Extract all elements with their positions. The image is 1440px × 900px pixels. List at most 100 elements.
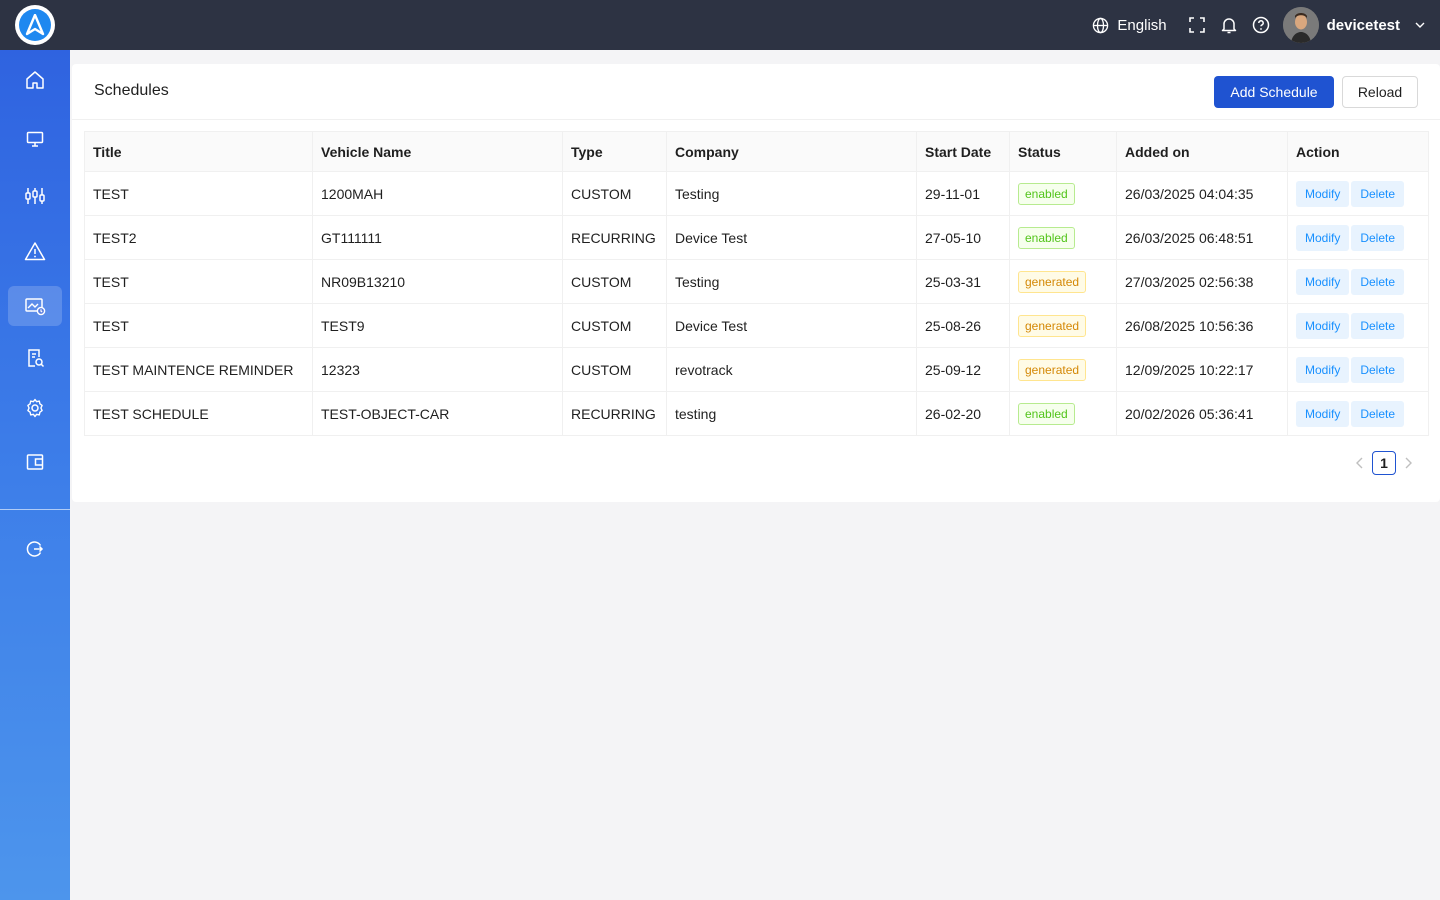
cell-start-date: 27-05-10 xyxy=(916,215,1010,260)
page-number[interactable]: 1 xyxy=(1372,451,1396,475)
cell-vehicle: NR09B13210 xyxy=(312,259,563,304)
delete-button[interactable]: Delete xyxy=(1351,312,1405,339)
cell-company: Device Test xyxy=(666,303,917,348)
cell-start-date: 25-03-31 xyxy=(916,259,1010,304)
card-header: Schedules Add Schedule Reload xyxy=(72,64,1440,120)
status-badge: generated xyxy=(1018,314,1087,337)
cell-added-on: 20/02/2026 05:36:41 xyxy=(1116,391,1288,436)
column-header-title[interactable]: Title xyxy=(84,131,313,172)
status-badge: enabled xyxy=(1018,182,1075,205)
cell-actions: Modify Delete xyxy=(1287,391,1429,436)
status-badge: enabled xyxy=(1018,226,1075,249)
delete-button[interactable]: Delete xyxy=(1351,356,1405,383)
monitor-icon[interactable] xyxy=(8,119,62,159)
sidebar xyxy=(0,50,70,900)
app-logo[interactable] xyxy=(15,5,55,45)
cell-vehicle: GT111111 xyxy=(312,215,563,260)
modify-button[interactable]: Modify xyxy=(1296,356,1350,383)
table-row: TEST NR09B13210 CUSTOM Testing 25-03-31 … xyxy=(84,259,1429,304)
cell-actions: Modify Delete xyxy=(1287,347,1429,392)
warning-icon[interactable] xyxy=(8,231,62,271)
modify-button[interactable]: Modify xyxy=(1296,224,1350,251)
cell-start-date: 25-09-12 xyxy=(916,347,1010,392)
cell-actions: Modify Delete xyxy=(1287,215,1429,260)
modify-button[interactable]: Modify xyxy=(1296,312,1350,339)
cell-actions: Modify Delete xyxy=(1287,303,1429,348)
cell-actions: Modify Delete xyxy=(1287,259,1429,304)
avatar[interactable] xyxy=(1282,7,1319,43)
table-header-row: Title Vehicle Name Type Company Start Da… xyxy=(84,131,1429,172)
column-header-status[interactable]: Status xyxy=(1009,131,1117,172)
cell-added-on: 26/08/2025 10:56:36 xyxy=(1116,303,1288,348)
language-label: English xyxy=(1117,16,1167,34)
top-header: English devicetest xyxy=(0,0,1440,50)
table-row: TEST 1200MAH CUSTOM Testing 29-11-01 ena… xyxy=(84,171,1429,216)
add-schedule-button[interactable]: Add Schedule xyxy=(1214,76,1334,108)
sidebar-divider xyxy=(0,509,70,510)
cell-type: RECURRING xyxy=(562,215,667,260)
home-icon[interactable] xyxy=(8,60,62,100)
status-badge: enabled xyxy=(1018,402,1075,425)
table-row: TEST2 GT111111 RECURRING Device Test 27-… xyxy=(84,215,1429,260)
cell-vehicle: TEST-OBJECT-CAR xyxy=(312,391,563,436)
chevron-right-icon[interactable] xyxy=(1396,451,1420,475)
cell-title: TEST xyxy=(84,171,313,216)
cell-title: TEST MAINTENCE REMINDER xyxy=(84,347,313,392)
column-header-type[interactable]: Type xyxy=(562,131,667,172)
help-icon[interactable] xyxy=(1245,0,1277,50)
cell-company: Testing xyxy=(666,259,917,304)
cell-company: revotrack xyxy=(666,347,917,392)
cell-type: CUSTOM xyxy=(562,259,667,304)
table-row: TEST MAINTENCE REMINDER 12323 CUSTOM rev… xyxy=(84,347,1429,392)
cell-title: TEST2 xyxy=(84,215,313,260)
cell-type: CUSTOM xyxy=(562,171,667,216)
cell-added-on: 26/03/2025 06:48:51 xyxy=(1116,215,1288,260)
cell-actions: Modify Delete xyxy=(1287,171,1429,216)
wallet-icon[interactable] xyxy=(8,442,62,482)
bell-icon[interactable] xyxy=(1213,0,1245,50)
modify-button[interactable]: Modify xyxy=(1296,400,1350,427)
username[interactable]: devicetest xyxy=(1327,17,1400,34)
modify-button[interactable]: Modify xyxy=(1296,180,1350,207)
cell-company: Device Test xyxy=(666,215,917,260)
cell-status: generated xyxy=(1009,259,1117,304)
schedule-icon[interactable] xyxy=(8,286,62,326)
schedules-card: Schedules Add Schedule Reload Title Vehi… xyxy=(72,64,1440,502)
gear-icon[interactable] xyxy=(8,388,62,428)
delete-button[interactable]: Delete xyxy=(1351,224,1405,251)
cell-company: testing xyxy=(666,391,917,436)
report-search-icon[interactable] xyxy=(8,338,62,378)
logo-mark-icon xyxy=(19,9,51,41)
modify-button[interactable]: Modify xyxy=(1296,268,1350,295)
cell-status: generated xyxy=(1009,303,1117,348)
logout-icon[interactable] xyxy=(8,529,62,569)
column-header-start-date[interactable]: Start Date xyxy=(916,131,1010,172)
page-title: Schedules xyxy=(94,82,169,99)
pagination: 1 xyxy=(1348,451,1420,475)
cell-company: Testing xyxy=(666,171,917,216)
chevron-down-icon[interactable] xyxy=(1400,0,1440,50)
cell-type: CUSTOM xyxy=(562,303,667,348)
header-actions: English devicetest xyxy=(1092,0,1440,50)
cell-status: enabled xyxy=(1009,171,1117,216)
reload-button[interactable]: Reload xyxy=(1342,76,1418,108)
delete-button[interactable]: Delete xyxy=(1351,400,1405,427)
delete-button[interactable]: Delete xyxy=(1351,180,1405,207)
cell-start-date: 25-08-26 xyxy=(916,303,1010,348)
cell-start-date: 26-02-20 xyxy=(916,391,1010,436)
delete-button[interactable]: Delete xyxy=(1351,268,1405,295)
cell-added-on: 26/03/2025 04:04:35 xyxy=(1116,171,1288,216)
sliders-icon[interactable] xyxy=(8,176,62,216)
cell-vehicle: TEST9 xyxy=(312,303,563,348)
column-header-added-on[interactable]: Added on xyxy=(1116,131,1288,172)
cell-title: TEST xyxy=(84,303,313,348)
cell-status: enabled xyxy=(1009,391,1117,436)
cell-vehicle: 1200MAH xyxy=(312,171,563,216)
column-header-company[interactable]: Company xyxy=(666,131,917,172)
language-selector[interactable]: English xyxy=(1092,16,1167,34)
schedules-table: Title Vehicle Name Type Company Start Da… xyxy=(84,131,1429,436)
chevron-left-icon[interactable] xyxy=(1348,451,1372,475)
fullscreen-icon[interactable] xyxy=(1181,0,1213,50)
column-header-vehicle-name[interactable]: Vehicle Name xyxy=(312,131,563,172)
cell-start-date: 29-11-01 xyxy=(916,171,1010,216)
